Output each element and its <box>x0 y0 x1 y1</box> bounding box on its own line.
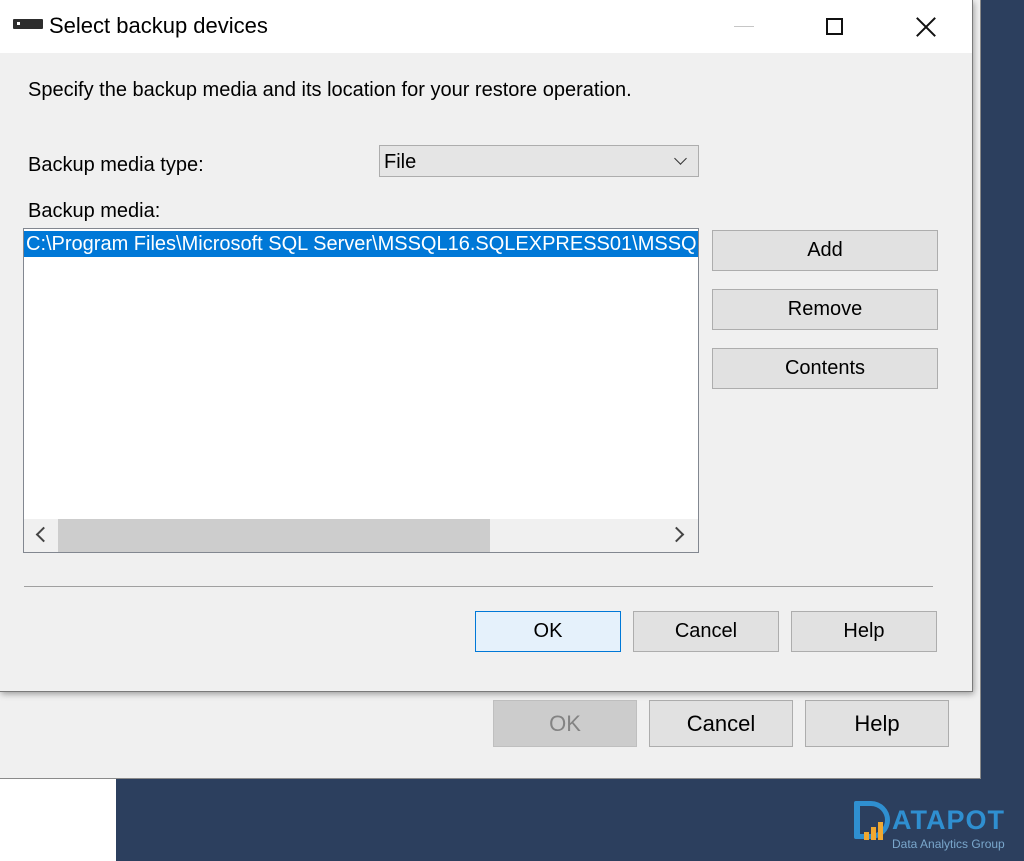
scrollbar-thumb[interactable] <box>58 519 490 552</box>
remove-button[interactable]: Remove <box>712 289 938 330</box>
cancel-button[interactable]: Cancel <box>633 611 779 652</box>
maximize-icon <box>825 18 843 35</box>
chevron-down-icon <box>674 152 687 165</box>
backup-media-item[interactable]: C:\Program Files\Microsoft SQL Server\MS… <box>24 231 698 257</box>
contents-button[interactable]: Contents <box>712 348 938 389</box>
instruction-text: Specify the backup media and its locatio… <box>28 79 632 101</box>
datapot-tagline: Data Analytics Group <box>892 837 1005 851</box>
parent-help-button[interactable]: Help <box>805 700 949 747</box>
minimize-icon <box>734 26 754 27</box>
datapot-brand-text: ATAPOT <box>892 805 1005 835</box>
backup-media-list[interactable]: C:\Program Files\Microsoft SQL Server\MS… <box>23 228 699 553</box>
add-button[interactable]: Add <box>712 230 938 271</box>
parent-ok-button: OK <box>493 700 637 747</box>
close-icon <box>915 16 937 38</box>
datapot-watermark: ATAPOT Data Analytics Group <box>852 797 1022 857</box>
maximize-button[interactable] <box>811 0 857 53</box>
close-button[interactable] <box>903 0 949 53</box>
horizontal-scrollbar[interactable] <box>24 519 698 552</box>
backup-media-type-value: File <box>384 151 417 173</box>
logo-bar <box>871 827 876 840</box>
help-button[interactable]: Help <box>791 611 937 652</box>
ok-button[interactable]: OK <box>475 611 621 652</box>
parent-cancel-button[interactable]: Cancel <box>649 700 793 747</box>
title-bar[interactable]: Select backup devices <box>0 0 972 53</box>
select-backup-devices-dialog: Select backup devices Specify the backup… <box>0 0 973 692</box>
minimize-button <box>721 0 767 53</box>
background-white-area <box>0 778 116 861</box>
backup-media-type-dropdown[interactable]: File <box>379 145 699 177</box>
scroll-left-icon[interactable] <box>35 526 52 543</box>
separator <box>24 586 933 587</box>
backup-device-icon <box>13 19 43 29</box>
scroll-right-icon[interactable] <box>668 526 685 543</box>
logo-bar <box>878 822 883 840</box>
logo-bar <box>864 832 869 840</box>
backup-media-label: Backup media: <box>28 200 161 222</box>
backup-media-type-label: Backup media type: <box>28 154 204 176</box>
dialog-title: Select backup devices <box>49 13 268 38</box>
